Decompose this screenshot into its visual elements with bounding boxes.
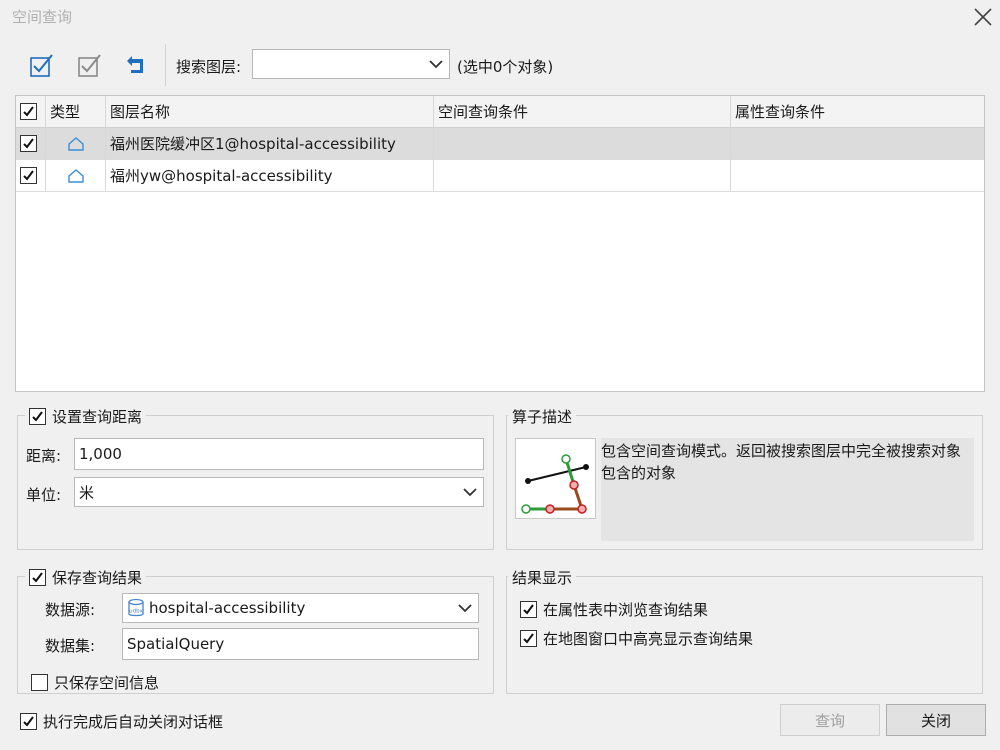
datasource-select[interactable]: udbx hospital-accessibility: [122, 593, 479, 623]
region-layer-icon: [67, 168, 84, 183]
chevron-down-icon: [423, 59, 449, 69]
layer-table: 类型 图层名称 空间查询条件 属性查询条件 福州医院缓冲区1@hospital-…: [15, 95, 985, 392]
region-layer-icon: [67, 136, 84, 151]
datasource-label: 数据源:: [45, 601, 96, 619]
database-icon: udbx: [127, 598, 145, 618]
header-type[interactable]: 类型: [46, 96, 106, 127]
row-checkbox[interactable]: [20, 167, 37, 184]
only-spatial-label: 只保存空间信息: [54, 674, 160, 692]
header-spatial-condition[interactable]: 空间查询条件: [434, 96, 731, 127]
selection-info: (选中0个对象): [457, 58, 554, 76]
row-check-cell: [16, 128, 46, 159]
invert-select-icon[interactable]: [73, 49, 105, 81]
browse-attr-label: 在属性表中浏览查询结果: [543, 601, 709, 619]
unit-select[interactable]: 米: [74, 477, 484, 507]
header-layer-name[interactable]: 图层名称: [106, 96, 434, 127]
search-layer-select[interactable]: [252, 49, 450, 79]
operator-description: 包含空间查询模式。返回被搜索图层中完全被搜索对象包含的对象: [601, 438, 974, 541]
highlight-map-option[interactable]: 在地图窗口中高亮显示查询结果: [520, 628, 753, 649]
chevron-down-icon: [457, 487, 483, 497]
table-header: 类型 图层名称 空间查询条件 属性查询条件: [16, 96, 984, 128]
header-checkbox[interactable]: [20, 103, 37, 120]
query-button[interactable]: 查询: [780, 704, 880, 736]
table-row[interactable]: 福州yw@hospital-accessibility: [16, 160, 984, 192]
select-all-icon[interactable]: [25, 49, 57, 81]
row-layer-name: 福州yw@hospital-accessibility: [106, 160, 434, 191]
distance-input[interactable]: 1,000: [74, 438, 484, 470]
reset-icon[interactable]: [121, 49, 153, 81]
row-spatial-condition[interactable]: [434, 160, 731, 191]
distance-checkbox[interactable]: [29, 407, 46, 425]
browse-attr-option[interactable]: 在属性表中浏览查询结果: [520, 599, 708, 620]
close-button[interactable]: 关闭: [886, 704, 986, 736]
svg-text:udbx: udbx: [129, 609, 143, 615]
operator-diagram-icon: [515, 438, 596, 519]
header-check-cell: [16, 96, 46, 127]
table-row[interactable]: 福州医院缓冲区1@hospital-accessibility: [16, 128, 984, 160]
toolbar-separator: [165, 44, 166, 86]
save-group-title: 保存查询结果: [25, 566, 147, 588]
row-spatial-condition[interactable]: [434, 128, 731, 159]
operator-group-label: 算子描述: [512, 407, 573, 426]
row-type-cell: [46, 128, 106, 159]
row-type-cell: [46, 160, 106, 191]
auto-close-checkbox[interactable]: [20, 713, 37, 730]
row-checkbox[interactable]: [20, 135, 37, 152]
row-attribute-condition[interactable]: [731, 128, 984, 159]
row-layer-name: 福州医院缓冲区1@hospital-accessibility: [106, 128, 434, 159]
window-title: 空间查询: [12, 8, 73, 26]
dataset-label: 数据集:: [45, 637, 96, 655]
only-spatial-checkbox[interactable]: [31, 674, 48, 691]
display-group-label: 结果显示: [512, 568, 573, 587]
close-icon[interactable]: [970, 4, 996, 30]
only-spatial-option[interactable]: 只保存空间信息: [31, 672, 159, 693]
dataset-input[interactable]: SpatialQuery: [122, 628, 479, 660]
browse-attr-checkbox[interactable]: [520, 601, 537, 618]
distance-group-title: 设置查询距离: [25, 405, 147, 427]
unit-label: 单位:: [26, 486, 62, 504]
highlight-map-checkbox[interactable]: [520, 630, 537, 647]
distance-label: 距离:: [26, 447, 62, 465]
row-check-cell: [16, 160, 46, 191]
save-group-label: 保存查询结果: [52, 568, 143, 587]
save-checkbox[interactable]: [29, 568, 46, 586]
highlight-map-label: 在地图窗口中高亮显示查询结果: [543, 630, 754, 648]
display-group-title: 结果显示: [508, 566, 577, 588]
operator-group-title: 算子描述: [508, 405, 577, 427]
search-layer-label: 搜索图层:: [176, 58, 242, 76]
chevron-down-icon: [452, 603, 478, 613]
auto-close-label: 执行完成后自动关闭对话框: [43, 713, 224, 731]
row-attribute-condition[interactable]: [731, 160, 984, 191]
auto-close-option[interactable]: 执行完成后自动关闭对话框: [20, 711, 223, 732]
distance-group-label: 设置查询距离: [52, 407, 143, 426]
header-attribute-condition[interactable]: 属性查询条件: [731, 96, 984, 127]
